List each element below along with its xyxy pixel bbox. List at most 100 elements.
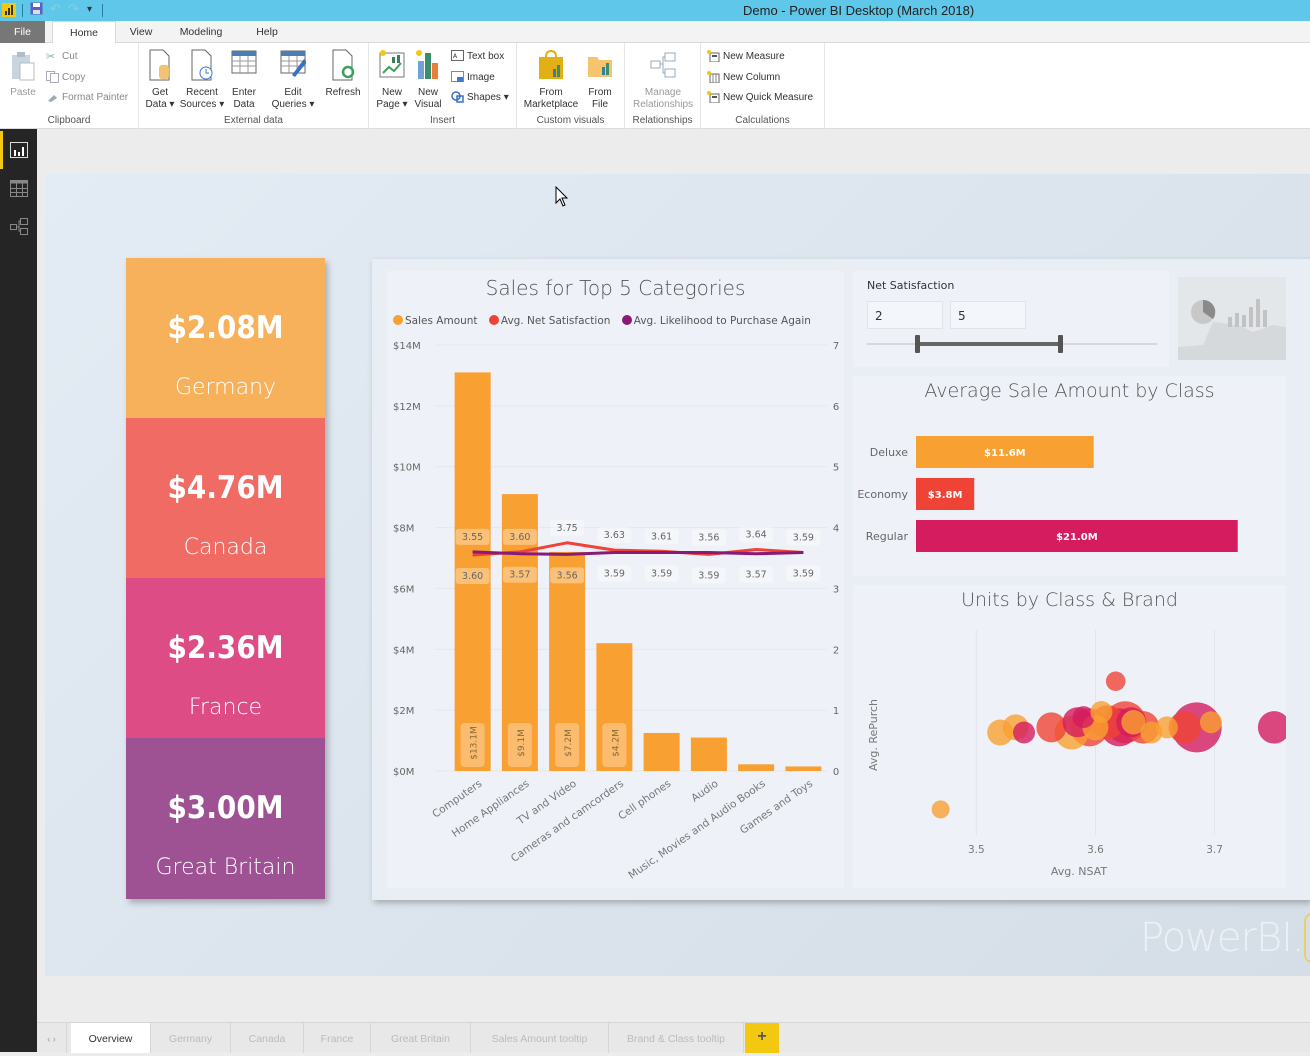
recent-sources-button[interactable]: Recent Sources ▾	[179, 49, 225, 111]
line-data-label: 3.57	[746, 570, 767, 581]
page-tab-sales-amount-tooltip[interactable]: Sales Amount tooltip	[471, 1023, 609, 1053]
bar	[690, 737, 727, 771]
window-title: Demo - Power BI Desktop (March 2018)	[743, 3, 975, 18]
card-value: $2.08M	[167, 310, 284, 346]
new-visual-button[interactable]: New Visual	[411, 49, 445, 111]
new-quick-measure-button[interactable]: New Quick Measure	[707, 91, 813, 105]
relationships-group: Manage Relationships Relationships	[625, 43, 701, 129]
page-tab-canada[interactable]: Canada	[231, 1023, 304, 1053]
series-line	[472, 550, 804, 556]
y-tick-label: Regular	[866, 530, 909, 543]
recent-sources-icon	[179, 49, 225, 85]
line-data-label: 3.60	[509, 532, 530, 543]
new-page-button[interactable]: New Page ▾	[375, 49, 409, 111]
text-box-button[interactable]: A Text box	[451, 50, 504, 64]
combo-chart-plot: $0M $2M $4M $6M $8M $10M $12M $14M 0 1 2 3 4 5 6 7 $13.1…	[393, 341, 839, 882]
line-data-label: 3.59	[604, 569, 625, 580]
model-view-button[interactable]	[0, 207, 37, 245]
divider	[102, 4, 103, 17]
ribbon: Paste ✂ Cut Copy Format Painter Clipboard…	[0, 43, 1310, 129]
paste-button[interactable]: Paste	[8, 51, 38, 99]
y-left-tick-label: $6M	[393, 584, 414, 595]
custom-visuals-group-label: Custom visuals	[536, 115, 605, 126]
y-tick-label: Economy	[857, 488, 908, 501]
card-germany[interactable]: $2.08M Germany	[126, 258, 325, 418]
bar-data-label: $11.6M	[984, 448, 1026, 459]
undo-icon[interactable]: ↶	[50, 2, 61, 17]
new-column-icon	[707, 71, 720, 84]
empty-visual-placeholder[interactable]	[1178, 277, 1286, 360]
data-view-button[interactable]	[0, 169, 37, 207]
x-axis-title: Avg. NSAT	[1051, 865, 1107, 878]
bar-data-label: $4.2M	[611, 729, 621, 757]
enter-data-button[interactable]: Enter Data	[227, 49, 261, 111]
report-view-icon	[10, 142, 28, 158]
y-right-tick-label: 5	[833, 463, 839, 474]
get-data-button[interactable]: Get Data ▾	[143, 49, 177, 111]
copy-button[interactable]: Copy	[46, 71, 85, 85]
page-tab-brand-class-tooltip[interactable]: Brand & Class tooltip	[609, 1023, 744, 1053]
scatter-point	[1036, 712, 1067, 743]
from-marketplace-button[interactable]: From Marketplace	[521, 49, 581, 111]
line-data-label: 3.55	[462, 532, 483, 543]
page-tab-france[interactable]: France	[304, 1023, 371, 1053]
new-measure-icon	[707, 50, 720, 63]
calculations-group-label: Calculations	[735, 115, 790, 126]
tab-view[interactable]: View	[122, 21, 160, 43]
insert-group-label: Insert	[429, 115, 455, 126]
line-data-label: 3.56	[698, 533, 719, 544]
redo-icon[interactable]: ↷	[68, 2, 79, 17]
shapes-icon	[451, 91, 464, 104]
scatter-plot: 3.5 3.6 3.7 Avg. NSAT Avg. RePurch	[867, 630, 1286, 878]
slider-max-handle[interactable]	[1058, 335, 1063, 353]
manage-relationships-icon	[627, 49, 699, 85]
page-scroll-arrows[interactable]: ‹ ›	[37, 1023, 67, 1053]
new-column-button[interactable]: New Column	[707, 71, 780, 85]
card-canada[interactable]: $4.76M Canada	[126, 418, 325, 578]
add-page-button[interactable]: +	[745, 1023, 779, 1053]
shapes-button[interactable]: Shapes ▾	[451, 91, 509, 105]
slider-min-handle[interactable]	[915, 335, 920, 353]
tab-home[interactable]: Home	[52, 21, 116, 44]
page-tab-great-britain[interactable]: Great Britain	[371, 1023, 471, 1053]
x-tick-label: Cell phones	[616, 778, 673, 823]
slicer-min-input[interactable]: 2	[867, 301, 943, 329]
customize-toolbar-icon[interactable]: ▾	[87, 4, 92, 15]
edit-queries-button[interactable]: Edit Queries ▾	[271, 49, 315, 111]
refresh-button[interactable]: Refresh	[323, 49, 363, 99]
slicer-max-input[interactable]: 5	[950, 301, 1026, 329]
marketplace-icon	[521, 49, 581, 85]
watermark-badge: t	[1303, 913, 1310, 963]
card-value: $4.76M	[167, 470, 284, 506]
calculations-group: New Measure New Column New Quick Measure…	[701, 43, 825, 129]
y-right-tick-label: 7	[833, 341, 839, 352]
new-measure-button[interactable]: New Measure	[707, 50, 785, 64]
tab-file[interactable]: File	[0, 21, 45, 43]
tab-modeling[interactable]: Modeling	[168, 21, 234, 43]
save-icon[interactable]	[30, 2, 43, 19]
units-by-class-brand-chart[interactable]: Units by Class & Brand 3.5 3.6 3.7 Avg. NSA…	[853, 585, 1286, 888]
scatter-point	[1105, 671, 1126, 692]
cut-button[interactable]: ✂ Cut	[46, 50, 78, 64]
manage-relationships-button[interactable]: Manage Relationships	[627, 49, 699, 111]
report-view-button[interactable]	[0, 131, 37, 169]
card-value: $3.00M	[167, 790, 284, 826]
sales-combo-chart[interactable]: Sales for Top 5 Categories Sales Amount …	[387, 271, 844, 888]
page-tab-overview[interactable]: Overview	[71, 1023, 151, 1053]
x-tick-label: Home Appliances	[450, 778, 532, 840]
ribbon-tabs: File Home View Modeling Help	[0, 21, 1310, 44]
tab-help[interactable]: Help	[246, 21, 288, 43]
average-sale-by-class-chart[interactable]: Average Sale Amount by Class Deluxe $11.6…	[853, 376, 1286, 576]
card-france[interactable]: $2.36M France	[126, 578, 325, 738]
line-data-label: 3.63	[604, 530, 625, 541]
get-data-icon	[143, 49, 177, 85]
placeholder-chart-icon	[1178, 299, 1286, 360]
page-tab-germany[interactable]: Germany	[151, 1023, 231, 1053]
scatter-point	[1155, 716, 1178, 739]
image-button[interactable]: Image	[451, 71, 495, 85]
format-painter-button[interactable]: Format Painter	[46, 91, 128, 105]
bar-data-label: $3.8M	[928, 490, 963, 501]
from-file-button[interactable]: From File	[583, 49, 617, 111]
card-great-britain[interactable]: $3.00M Great Britain	[126, 738, 325, 899]
line-data-label: 3.60	[462, 571, 483, 582]
